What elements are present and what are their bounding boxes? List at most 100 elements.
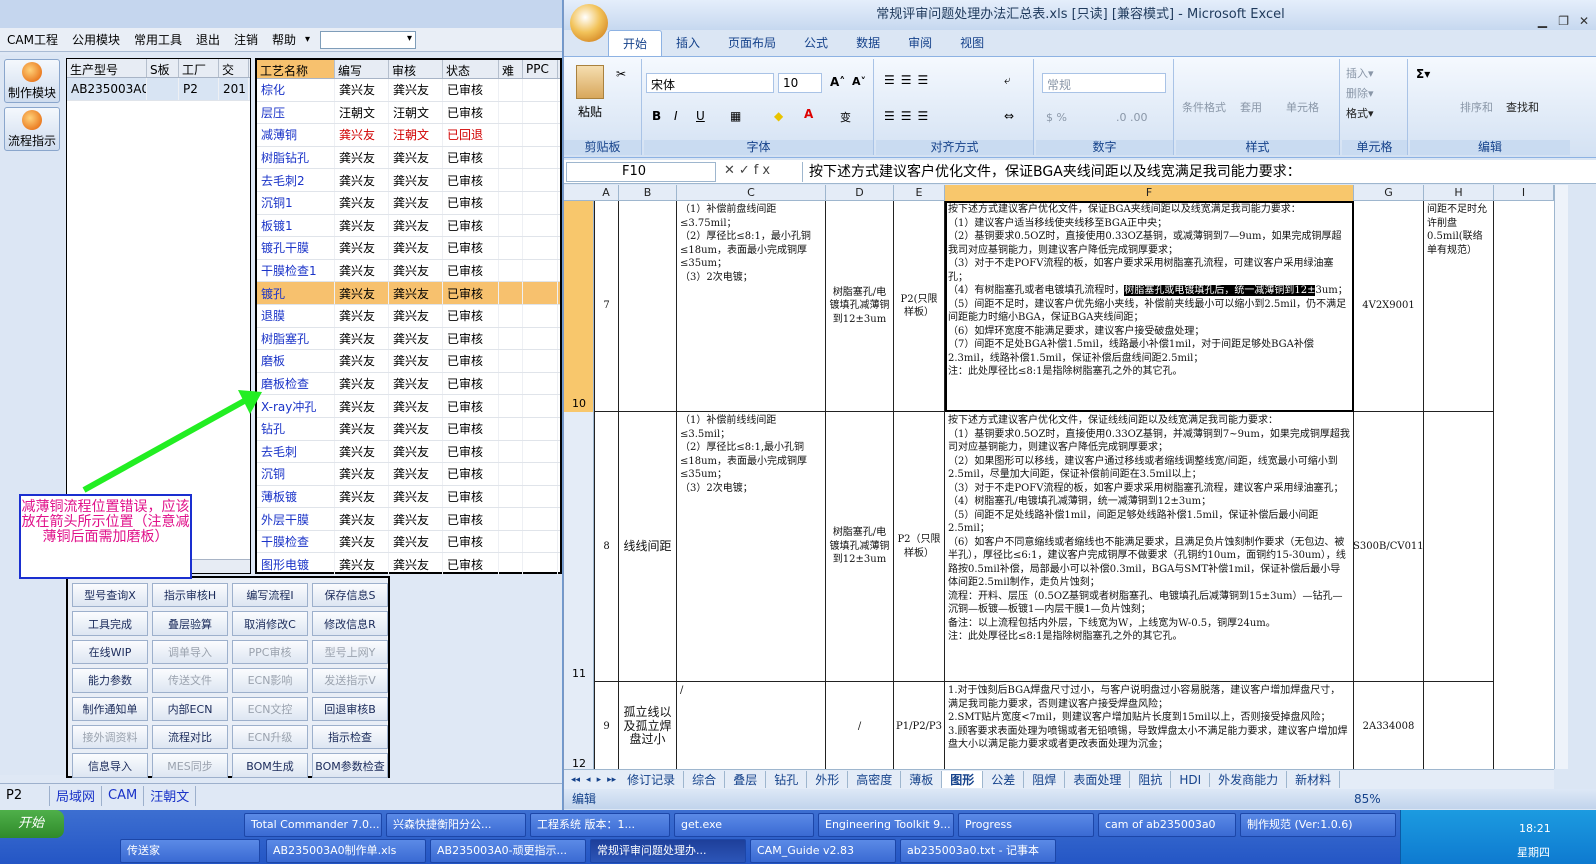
process-row[interactable]: 去毛刺2 龚兴友 龚兴友 已审核 bbox=[257, 169, 560, 192]
process-row[interactable]: 树脂钻孔 龚兴友 龚兴友 已审核 bbox=[257, 146, 560, 170]
cell-c[interactable]: （1）补偿前线线间距≤3.5mil； （2）厚径比≤8:1,最小孔铜≤18um，… bbox=[677, 412, 826, 682]
italic-icon[interactable]: I bbox=[674, 109, 678, 123]
taskbar-button[interactable]: CAM_Guide v2.83 bbox=[750, 839, 896, 863]
cell-e[interactable]: P2（只限样板） bbox=[894, 412, 945, 682]
sheet-tab[interactable]: 修订记录 bbox=[619, 771, 685, 788]
model-row[interactable]: AB235003A0 P2 201 bbox=[67, 78, 250, 101]
process-row[interactable]: 薄板镀 龚兴友 龚兴友 已审核 bbox=[257, 485, 560, 509]
cell-b[interactable]: 线线间距 bbox=[619, 412, 677, 682]
col-s-board[interactable]: S板 bbox=[147, 59, 179, 77]
sheet-tab[interactable]: 表面处理 bbox=[1065, 771, 1131, 788]
function-button[interactable]: 接外调资料 bbox=[72, 724, 148, 750]
status-factory[interactable]: P2 bbox=[0, 785, 50, 806]
function-button[interactable]: MES同步 bbox=[152, 753, 228, 778]
wrap-text-icon[interactable]: ⤶ bbox=[1004, 73, 1011, 88]
decimal-icon[interactable]: .0 .00 bbox=[1116, 111, 1148, 124]
function-button[interactable]: 信息导入 bbox=[72, 753, 148, 778]
function-button[interactable]: 叠层验算 bbox=[152, 611, 228, 636]
taskbar-button[interactable]: AB235003A0-顽更指示... bbox=[430, 839, 586, 863]
process-row[interactable]: 退膜 龚兴友 龚兴友 已审核 bbox=[257, 304, 560, 328]
menu-exit[interactable]: 退出 bbox=[191, 31, 225, 48]
make-module-button[interactable]: 制作模块 bbox=[4, 59, 60, 103]
ribbon-tab[interactable]: 审阅 bbox=[894, 30, 946, 56]
function-button[interactable]: 取消修改C bbox=[232, 611, 308, 636]
cell-g[interactable]: 2A334008 bbox=[1354, 682, 1424, 769]
function-button[interactable]: 保存信息S bbox=[312, 583, 388, 608]
taskbar-button[interactable]: 制作规范 (Ver:1.0.6) bbox=[1240, 813, 1396, 837]
underline-icon[interactable]: U bbox=[696, 109, 705, 123]
cell-e[interactable]: P1/P2/P3 bbox=[894, 682, 945, 769]
ribbon-tab[interactable]: 页面布局 bbox=[714, 30, 790, 56]
ribbon-tab[interactable]: 视图 bbox=[946, 30, 998, 56]
menu-cam-project[interactable]: CAM工程 bbox=[2, 31, 63, 48]
process-row[interactable]: X-ray冲孔 龚兴友 龚兴友 已审核 bbox=[257, 395, 560, 418]
cut-icon[interactable]: ✂ bbox=[616, 67, 626, 81]
sheet-tab[interactable]: 钻孔 bbox=[766, 771, 808, 788]
function-button[interactable]: BOM参数检查 bbox=[312, 753, 388, 778]
taskbar-button[interactable]: Progress bbox=[958, 813, 1094, 837]
taskbar-button[interactable]: 兴森快捷衡阳分公... bbox=[386, 813, 526, 837]
taskbar-button[interactable]: cam of ab235003a0 bbox=[1098, 813, 1236, 837]
column-header[interactable]: B bbox=[619, 185, 677, 201]
cell-a[interactable]: 8 bbox=[594, 412, 619, 682]
sheet-tab[interactable]: 薄板 bbox=[901, 771, 943, 788]
cell-h[interactable]: 间距不足时允许削盘0.5mil(联络单有规范） bbox=[1424, 201, 1494, 412]
process-row[interactable]: 图形电镀 龚兴友 龚兴友 已审核 bbox=[257, 553, 560, 577]
process-row[interactable]: 树脂塞孔 龚兴友 龚兴友 已审核 bbox=[257, 327, 560, 351]
formula-input[interactable]: 按下述方式建议客户优化文件，保证BGA夹线间距以及线宽满足我司能力要求： bbox=[802, 162, 1567, 182]
column-header[interactable]: H bbox=[1424, 185, 1494, 201]
process-row[interactable]: 去毛刺 龚兴友 龚兴友 已审核 bbox=[257, 440, 560, 464]
column-header[interactable]: F bbox=[945, 185, 1354, 201]
menu-dropdown-icon[interactable]: ▾ bbox=[305, 34, 310, 45]
col-ppc[interactable]: PPC bbox=[523, 60, 558, 78]
taskbar-button[interactable]: ab235003a0.txt - 记事本 bbox=[900, 839, 1056, 863]
cell-c[interactable]: / bbox=[677, 682, 826, 769]
process-row[interactable]: 减薄铜 龚兴友 汪朝文 已回退 bbox=[257, 124, 560, 147]
vertical-align-icons[interactable]: ☰☰☰ bbox=[884, 73, 934, 87]
function-button[interactable]: 修改信息R bbox=[312, 611, 388, 636]
border-icon[interactable]: ▦ bbox=[730, 109, 741, 123]
ribbon-tab[interactable]: 数据 bbox=[842, 30, 894, 56]
taskbar-button[interactable]: get.exe bbox=[674, 813, 814, 837]
grow-font-icon[interactable]: A˄ bbox=[830, 75, 845, 89]
sort-filter-button[interactable]: 排序和 bbox=[1460, 99, 1493, 115]
column-header[interactable]: G bbox=[1354, 185, 1424, 201]
process-row[interactable]: 沉铜1 龚兴友 龚兴友 已审核 bbox=[257, 191, 560, 215]
close-icon[interactable]: ✕ bbox=[1579, 6, 1589, 36]
process-row[interactable]: 干膜检查 龚兴友 龚兴友 已审核 bbox=[257, 530, 560, 554]
font-color-icon[interactable]: A bbox=[804, 107, 813, 121]
column-header[interactable]: I bbox=[1494, 185, 1554, 201]
process-row[interactable]: 钻孔 龚兴友 龚兴友 已审核 bbox=[257, 417, 560, 441]
row-header[interactable]: 12 bbox=[564, 682, 594, 769]
sheet-tab[interactable]: HDI bbox=[1171, 772, 1211, 787]
cell-f[interactable]: 按下述方式建议客户优化文件，保证线线间距以及线宽满足我司能力要求： （1）基铜要… bbox=[945, 412, 1354, 682]
function-button[interactable]: 在线WIP bbox=[72, 639, 148, 665]
sheet-tab[interactable]: 阻抗 bbox=[1130, 771, 1172, 788]
sheet-tab[interactable]: 图形 bbox=[942, 771, 984, 788]
column-header[interactable]: C bbox=[677, 185, 826, 201]
flow-instruction-button[interactable]: 流程指示 bbox=[4, 107, 60, 151]
function-button[interactable]: 传送文件 bbox=[152, 668, 228, 693]
col-difficulty[interactable]: 难 bbox=[499, 60, 523, 78]
function-button[interactable]: ECN升级 bbox=[232, 724, 308, 750]
process-row[interactable]: 外层干膜 龚兴友 龚兴友 已审核 bbox=[257, 508, 560, 531]
conditional-format-button[interactable]: 条件格式 bbox=[1182, 99, 1226, 115]
insert-button[interactable]: 插入▾ bbox=[1346, 65, 1374, 81]
cell-h[interactable] bbox=[1424, 412, 1494, 682]
function-button[interactable]: 指示检查 bbox=[312, 724, 388, 750]
cell-b[interactable] bbox=[619, 201, 677, 412]
process-row[interactable]: 磨板 龚兴友 龚兴友 已审核 bbox=[257, 350, 560, 373]
font-size-select[interactable]: 10 bbox=[778, 73, 822, 93]
menu-help[interactable]: 帮助 bbox=[267, 31, 301, 48]
function-button[interactable]: 能力参数 bbox=[72, 668, 148, 693]
cell-g[interactable]: 4V2X9001 bbox=[1354, 201, 1424, 412]
function-button[interactable]: 回退审核B bbox=[312, 696, 388, 721]
process-row[interactable]: 沉铜 龚兴友 龚兴友 已审核 bbox=[257, 463, 560, 486]
cell-b[interactable]: 孤立线以及孤立焊盘过小 bbox=[619, 682, 677, 769]
next-sheet-icon[interactable]: ▸ bbox=[594, 775, 605, 785]
sheet-tab[interactable]: 叠层 bbox=[725, 771, 767, 788]
paste-icon[interactable] bbox=[576, 65, 604, 99]
prev-sheet-icon[interactable]: ◂ bbox=[583, 775, 594, 785]
merge-center-icon[interactable]: ⇔ bbox=[1004, 109, 1014, 123]
col-factory[interactable]: 工厂 bbox=[179, 59, 219, 77]
